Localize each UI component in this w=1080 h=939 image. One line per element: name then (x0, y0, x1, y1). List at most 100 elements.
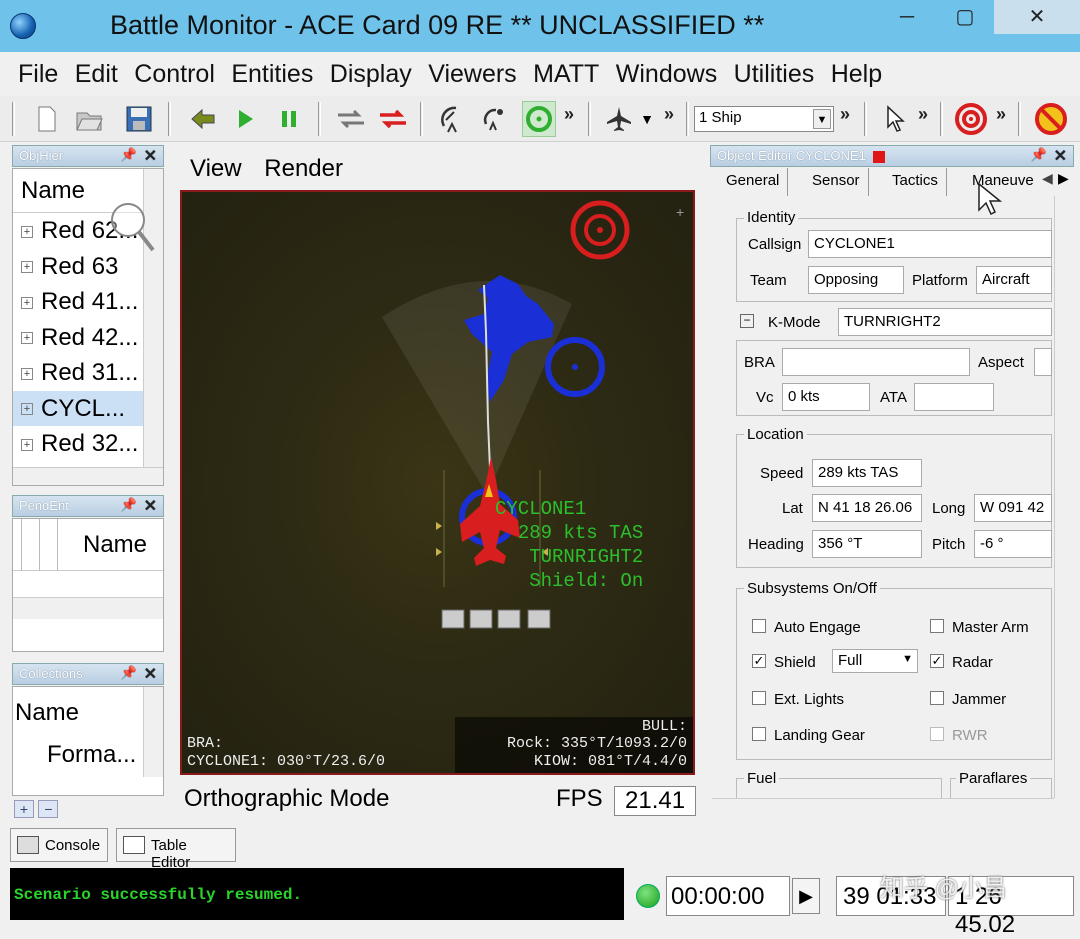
kmode-field[interactable]: TURNRIGHT2 (838, 308, 1052, 336)
expand-icon[interactable]: + (21, 367, 33, 380)
target-red-icon[interactable] (954, 101, 988, 137)
close-button[interactable]: ✕ (994, 0, 1080, 34)
pendent-column-header[interactable]: Name (13, 519, 163, 571)
target-green-icon[interactable] (522, 101, 556, 137)
pin-icon[interactable]: 📌 (121, 147, 137, 163)
expand-icon[interactable]: + (21, 296, 33, 309)
tree-row[interactable]: + Red 31... (13, 355, 163, 391)
master-arm-checkbox[interactable] (930, 619, 944, 633)
menu-windows[interactable]: Windows (610, 52, 723, 96)
menu-render[interactable]: Render (264, 155, 343, 182)
menu-edit[interactable]: Edit (69, 52, 124, 96)
tab-general[interactable]: General (718, 168, 789, 196)
team-field[interactable]: Opposing (808, 266, 904, 294)
tree-row[interactable]: + Red 42... (13, 320, 163, 356)
tab-console[interactable]: Console (10, 828, 108, 862)
tab-sensor[interactable]: Sensor (804, 168, 869, 196)
toolbar-more-icon[interactable]: » (840, 104, 850, 125)
ext-lights-checkbox[interactable] (752, 691, 766, 705)
tab-tactics[interactable]: Tactics (884, 168, 947, 196)
collections-column-header[interactable]: Name (13, 687, 163, 737)
aircraft-icon[interactable] (602, 101, 636, 137)
ship-count-select[interactable]: 1 Ship ▼ (694, 106, 834, 132)
step-button[interactable]: ▶ (792, 878, 820, 914)
horizontal-scrollbar[interactable] (13, 467, 163, 485)
swap-icon[interactable] (334, 101, 368, 137)
jammer-checkbox[interactable] (930, 691, 944, 705)
menu-display[interactable]: Display (324, 52, 418, 96)
tab-scroll-right-icon[interactable]: ▶ (1058, 170, 1069, 187)
ata-field[interactable] (914, 383, 994, 411)
menu-entities[interactable]: Entities (225, 52, 319, 96)
viewport-toolbar[interactable] (441, 609, 551, 629)
tab-table-editor[interactable]: Table Editor (116, 828, 236, 871)
remove-icon[interactable]: − (38, 800, 59, 818)
shield-level-select[interactable]: Full ▼ (832, 649, 918, 673)
tab-scroll-left-icon[interactable]: ◀ (1042, 170, 1053, 187)
pin-icon[interactable]: 📌 (121, 497, 137, 513)
open-icon[interactable] (72, 101, 106, 137)
close-icon[interactable]: ✕ (144, 496, 157, 516)
lat-field[interactable]: N 41 18 26.06 (812, 494, 922, 522)
no-fire-icon[interactable] (1034, 101, 1068, 137)
speed-field[interactable]: 289 kts TAS (812, 459, 922, 487)
rwr-checkbox[interactable] (930, 727, 944, 741)
aircraft-dropdown-icon[interactable]: ▼ (636, 101, 658, 137)
callsign-field[interactable]: CYCLONE1 (808, 230, 1052, 258)
play-icon[interactable] (228, 101, 262, 137)
save-icon[interactable] (122, 101, 156, 137)
radar-dish-icon[interactable] (436, 101, 470, 137)
close-icon[interactable]: ✕ (144, 146, 157, 166)
maximize-button[interactable]: ▢ (936, 0, 994, 34)
chevron-down-icon[interactable]: ▼ (813, 109, 831, 129)
menu-help[interactable]: Help (825, 52, 888, 96)
expand-icon[interactable]: + (21, 225, 33, 238)
heading-field[interactable]: 356 °T (812, 530, 922, 558)
collections-row[interactable]: Forma... (13, 737, 163, 773)
satellite-icon[interactable] (476, 101, 510, 137)
bra-field[interactable] (782, 348, 970, 376)
back-icon[interactable] (186, 101, 220, 137)
add-icon[interactable]: + (14, 800, 34, 818)
pin-icon[interactable]: 📌 (121, 665, 137, 681)
menu-utilities[interactable]: Utilities (728, 52, 821, 96)
vc-field[interactable]: 0 kts (782, 383, 870, 411)
expand-icon[interactable]: + (21, 403, 33, 416)
pin-icon[interactable]: 📌 (1031, 147, 1047, 163)
expand-icon[interactable]: + (21, 332, 33, 345)
menu-matt[interactable]: MATT (527, 52, 605, 96)
pause-icon[interactable] (272, 101, 306, 137)
close-icon[interactable]: ✕ (144, 664, 157, 684)
collapse-icon[interactable]: − (740, 314, 754, 328)
close-icon[interactable]: ✕ (1054, 146, 1067, 166)
long-field[interactable]: W 091 42 (974, 494, 1052, 522)
toolbar-more-icon[interactable]: » (564, 104, 574, 125)
minimize-button[interactable]: ─ (878, 0, 936, 34)
new-icon[interactable] (30, 101, 64, 137)
menu-view[interactable]: View (190, 155, 242, 182)
horizontal-scrollbar[interactable] (13, 597, 163, 619)
platform-field[interactable]: Aircraft (976, 266, 1052, 294)
toolbar-more-icon[interactable]: » (664, 104, 674, 125)
object-editor-vscroll[interactable] (1054, 196, 1074, 798)
object-editor-hscroll[interactable] (712, 798, 1054, 818)
tree-row[interactable]: + Red 41... (13, 284, 163, 320)
landing-gear-checkbox[interactable] (752, 727, 766, 741)
pointer-icon[interactable] (878, 101, 912, 137)
swap-red-icon[interactable] (376, 101, 410, 137)
map-viewport[interactable]: + (180, 190, 695, 775)
pitch-field[interactable]: -6 ° (974, 530, 1052, 558)
shield-checkbox[interactable]: ✓ (752, 654, 766, 668)
tree-row[interactable]: + Red 32... (13, 426, 163, 462)
auto-engage-checkbox[interactable] (752, 619, 766, 633)
expand-icon[interactable]: + (21, 261, 33, 274)
vertical-scrollbar[interactable] (143, 687, 163, 777)
expand-icon[interactable]: + (21, 438, 33, 451)
menu-file[interactable]: File (12, 52, 64, 96)
menu-control[interactable]: Control (128, 52, 221, 96)
toolbar-more-icon[interactable]: » (996, 104, 1006, 125)
menu-viewers[interactable]: Viewers (422, 52, 522, 96)
aspect-field[interactable] (1034, 348, 1052, 376)
toolbar-more-icon[interactable]: » (918, 104, 928, 125)
tree-row-selected[interactable]: + CYCL... (13, 390, 163, 426)
